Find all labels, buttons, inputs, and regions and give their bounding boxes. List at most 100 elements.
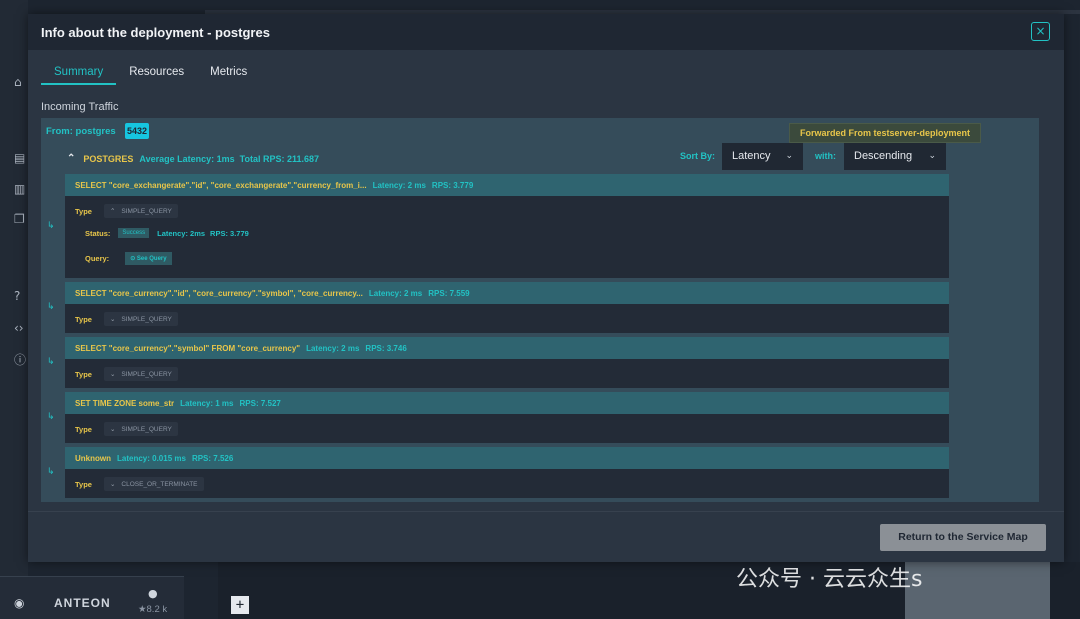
type-row: Type ⌄ SIMPLE_QUERY [75,312,178,326]
chevron-down-icon: ⌄ [109,316,116,323]
discord-icon[interactable]: ◉ [14,596,24,610]
query-latency: Latency: 2 ms [372,180,426,190]
type-label: Type [75,424,92,434]
modal-title: Info about the deployment - postgres [41,24,270,40]
sort-by-select[interactable]: Latency ⌄ [722,143,803,170]
sort-order-value: Descending [854,150,913,162]
tab-bar: Summary Resources Metrics [41,64,260,85]
type-label: Type [75,369,92,379]
return-arrow-icon: ↳ [47,412,55,422]
query-card: Unknown Latency: 0.015 ms RPS: 7.526 Typ… [65,447,949,498]
chevron-up-icon[interactable]: ⌃ [67,153,75,164]
chart-icon[interactable]: ▥ [14,183,25,195]
sort-order-select[interactable]: Descending ⌄ [844,143,946,170]
sort-by-label: Sort By: [680,151,716,161]
return-arrow-icon: ↳ [47,302,55,312]
type-toggle[interactable]: ⌃ SIMPLE_QUERY [103,204,178,218]
return-arrow-icon: ↳ [47,357,55,367]
help-icon[interactable]: ? [14,290,20,302]
see-query-button[interactable]: ⊙ See Query [125,252,172,265]
total-rps: Total RPS: 211.687 [239,153,319,164]
type-value: SIMPLE_QUERY [121,316,172,323]
query-header[interactable]: SELECT "core_currency"."id", "core_curre… [65,282,949,304]
minimap-panel [905,560,1050,619]
type-value: SIMPLE_QUERY [121,426,172,433]
status-badge: Success [118,228,150,238]
type-row: Type ⌄ SIMPLE_QUERY [75,422,178,436]
type-toggle[interactable]: ⌄ CLOSE_OR_TERMINATE [103,477,204,491]
footer-divider [28,511,1064,512]
query-name: SET TIME ZONE some_str [75,398,175,408]
query-name: Unknown [75,453,111,463]
type-toggle[interactable]: ⌄ SIMPLE_QUERY [103,422,178,436]
chevron-down-icon: ⌄ [109,371,116,378]
type-toggle[interactable]: ⌄ SIMPLE_QUERY [103,367,178,381]
info-icon[interactable]: ⓘ [14,354,26,366]
tab-resources[interactable]: Resources [116,64,197,85]
query-name: SELECT "core_exchangerate"."id", "core_e… [75,180,367,190]
code-icon[interactable]: ‹› [14,322,24,334]
home-icon[interactable]: ⌂ [14,76,22,88]
query-rps: RPS: 3.779 [431,180,474,190]
query-latency: Latency: 1 ms [180,398,234,408]
close-button[interactable]: × [1031,22,1050,41]
incoming-traffic-panel: From: postgres 5432 Forwarded From tests… [41,118,1039,502]
type-label: Type [75,479,92,489]
background-sidebar: ⌂ ▤ ▥ ❐ ? ‹› ⓘ [0,0,28,619]
query-body: Type ⌄ SIMPLE_QUERY [65,304,949,333]
watermark: 公众号 · 云云众生s [736,567,923,592]
chevron-down-icon: ⌄ [785,150,793,160]
return-to-service-map-button[interactable]: Return to the Service Map [880,524,1046,551]
chevron-down-icon: ⌄ [109,481,116,488]
query-rps: RPS: 7.526 [191,453,234,463]
type-label: Type [75,314,92,324]
average-latency: Average Latency: 1ms [139,153,235,164]
query-latency: Latency: 2 ms [306,343,360,353]
query-card: SELECT "core_currency"."id", "core_curre… [65,282,949,333]
tab-metrics[interactable]: Metrics [197,64,260,85]
query-name: SELECT "core_currency"."id", "core_curre… [75,288,363,298]
brand-logo: ANTEON [54,596,111,610]
query-header[interactable]: SELECT "core_exchangerate"."id", "core_e… [65,174,949,196]
tab-summary[interactable]: Summary [41,64,117,85]
query-body: Type ⌄ CLOSE_OR_TERMINATE [65,469,949,498]
query-header[interactable]: Unknown Latency: 0.015 ms RPS: 7.526 [65,447,949,469]
query-body: Type ⌄ SIMPLE_QUERY [65,414,949,443]
query-body: Type ⌃ SIMPLE_QUERY Status: Success Laten… [65,196,949,278]
type-value: SIMPLE_QUERY [121,208,172,215]
query-latency: Latency: 2 ms [368,288,423,298]
section-title: Incoming Traffic [41,101,119,113]
query-latency: Latency: 0.015 ms [117,453,186,463]
query-rps: RPS: 7.527 [239,398,281,408]
layout-icon[interactable]: ▤ [14,152,25,164]
protocol-group-header[interactable]: ⌃ POSTGRES Average Latency: 1ms Total RP… [67,153,324,164]
chevron-down-icon: ⌄ [109,426,116,433]
query-card: SELECT "core_currency"."symbol" FROM "co… [65,337,949,388]
query-header[interactable]: SELECT "core_currency"."symbol" FROM "co… [65,337,949,359]
query-label: Query: [85,254,110,263]
type-label: Type [75,206,92,216]
status-rps: RPS: 3.779 [210,228,249,238]
zoom-in-button[interactable]: + [231,596,249,614]
close-icon: × [1035,24,1046,38]
github-stars: ★8.2 k [138,604,168,615]
deployment-info-modal: Info about the deployment - postgres × S… [28,14,1064,562]
type-value: CLOSE_OR_TERMINATE [121,481,198,488]
type-row: Type ⌄ CLOSE_OR_TERMINATE [75,477,204,491]
github-icon[interactable]: ● [148,587,158,600]
query-name: SELECT "core_currency"."symbol" FROM "co… [75,343,301,353]
sort-by-value: Latency [732,150,771,162]
status-label: Status: [85,228,111,238]
query-body: Type ⌄ SIMPLE_QUERY [65,359,949,388]
chevron-up-icon: ⌃ [109,208,116,215]
status-latency: Latency: 2ms [157,228,206,238]
type-toggle[interactable]: ⌄ SIMPLE_QUERY [103,312,178,326]
modal-header: Info about the deployment - postgres [28,14,1064,50]
copy-icon[interactable]: ❐ [14,213,25,225]
type-value: SIMPLE_QUERY [121,371,172,378]
query-card: SELECT "core_exchangerate"."id", "core_e… [65,174,949,278]
return-arrow-icon: ↳ [47,221,55,231]
port-badge: 5432 [125,123,150,139]
query-header[interactable]: SET TIME ZONE some_str Latency: 1 ms RPS… [65,392,949,414]
query-rps: RPS: 3.746 [365,343,407,353]
